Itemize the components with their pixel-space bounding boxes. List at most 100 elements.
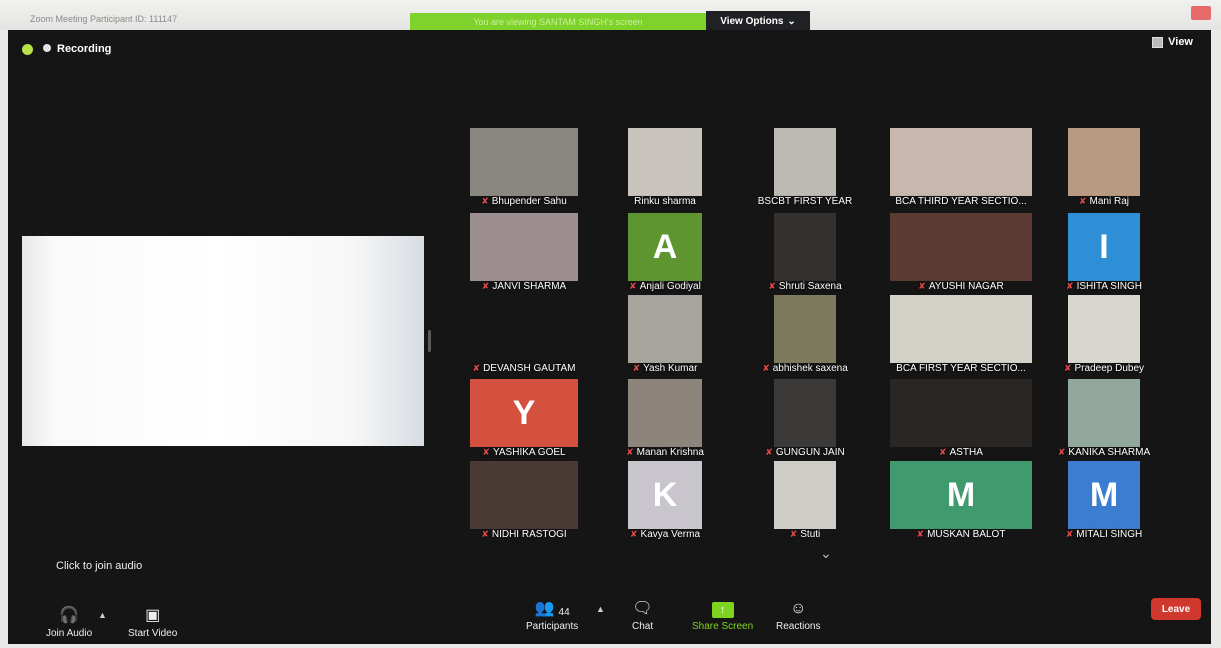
participant-video (774, 128, 836, 196)
participants-options-caret-icon[interactable]: ▲ (596, 604, 605, 614)
view-button[interactable]: View (1152, 36, 1193, 48)
participant-video (628, 379, 702, 447)
participant-name-row: ✘ DEVANSH GAUTAM (450, 361, 598, 375)
record-icon (43, 44, 51, 52)
participant-tile[interactable]: ✘ AYUSHI NAGAR (870, 213, 1052, 293)
participant-name-row: ✘ JANVI SHARMA (450, 279, 598, 293)
participant-name: Stuti (800, 528, 821, 540)
participant-name-row: ✘ abhishek saxena (754, 361, 856, 375)
participant-name: Shruti Saxena (778, 280, 842, 292)
view-options-button[interactable]: View Options ⌄ (706, 11, 810, 31)
participant-video (470, 461, 578, 529)
start-video-label: Start Video (128, 628, 178, 639)
participant-tile[interactable]: ✘ Stuti (754, 461, 856, 541)
participant-tile[interactable]: ✘ abhishek saxena (754, 295, 856, 375)
participant-name-row: ✘ YASHIKA GOEL (450, 445, 598, 459)
participant-name-row: ✘ Manan Krishna (608, 445, 722, 459)
participant-video (774, 295, 836, 363)
participant-name: GUNGUN JAIN (775, 446, 845, 458)
participant-name: MUSKAN BALOT (927, 528, 1006, 540)
participant-name-row: ✘ Mani Raj (1048, 194, 1160, 208)
muted-mic-icon: ✘ (918, 280, 926, 291)
participant-tile[interactable]: K ✘ Kavya Verma (608, 461, 722, 541)
muted-mic-icon: ✘ (939, 446, 947, 457)
shared-screen-content[interactable] (22, 236, 424, 446)
participant-video (470, 295, 578, 363)
participant-name-row: ✘ Anjali Godiyal (608, 279, 722, 293)
participant-video (1068, 295, 1140, 363)
chevron-down-icon: ⌄ (787, 15, 796, 27)
participant-tile[interactable]: M ✘ MUSKAN BALOT (870, 461, 1052, 541)
participant-tile[interactable]: ✘ Shruti Saxena (754, 213, 856, 293)
participant-tile[interactable]: ✘ GUNGUN JAIN (754, 379, 856, 459)
muted-mic-icon: ✘ (632, 362, 641, 373)
participant-name-row: ✘ Pradeep Dubey (1048, 361, 1160, 375)
participant-name-row: ✘ MUSKAN BALOT (870, 527, 1052, 541)
shield-icon[interactable] (22, 43, 33, 55)
participant-tile[interactable]: Rinku sharma (608, 128, 722, 208)
participant-name: YASHIKA GOEL (492, 446, 566, 458)
leave-meeting-button[interactable]: Leave (1151, 598, 1201, 620)
muted-mic-icon: ✘ (472, 362, 481, 373)
share-screen-button[interactable]: ↑ Share Screen (692, 598, 753, 632)
participant-tile[interactable]: BCA FIRST YEAR SECTIO... (870, 295, 1052, 375)
panel-resize-handle[interactable] (428, 330, 431, 352)
muted-mic-icon: ✘ (1057, 446, 1066, 457)
participant-tile[interactable]: Y ✘ YASHIKA GOEL (450, 379, 598, 459)
participant-tile[interactable]: ✘ ASTHA (870, 379, 1052, 459)
participant-tile[interactable]: BCA THIRD YEAR SECTIO... (870, 128, 1052, 208)
window-title: Zoom Meeting Participant ID: 111147 (30, 14, 178, 24)
click-to-join-audio[interactable]: Click to join audio (56, 560, 142, 572)
participants-label: Participants (526, 621, 579, 632)
muted-mic-icon: ✘ (482, 446, 490, 457)
participant-name: AYUSHI NAGAR (928, 280, 1004, 292)
recording-indicator[interactable]: Recording (43, 43, 111, 55)
participant-avatar: A (628, 213, 702, 281)
muted-mic-icon: ✘ (1063, 362, 1072, 373)
participant-name-row: ✘ Shruti Saxena (754, 279, 856, 293)
participant-tile[interactable]: ✘ Bhupender Sahu (450, 128, 598, 208)
start-video-button[interactable]: ▣ Start Video (128, 605, 177, 639)
participant-tile[interactable]: ✘ NIDHI RASTOGI (450, 461, 598, 541)
muted-mic-icon: ✘ (1078, 195, 1087, 206)
close-window-button[interactable] (1191, 6, 1211, 20)
participant-tile[interactable]: ✘ Yash Kumar (608, 295, 722, 375)
participant-tile[interactable]: A ✘ Anjali Godiyal (608, 213, 722, 293)
participant-video (890, 295, 1032, 363)
participant-tile[interactable]: M ✘ MITALI SINGH (1048, 461, 1160, 541)
participant-name: Anjali Godiyal (639, 280, 701, 292)
participant-name: Pradeep Dubey (1074, 362, 1145, 374)
grid-view-icon (1152, 36, 1164, 48)
join-audio-label: Join Audio (46, 628, 93, 639)
participant-name-row: ✘ KANIKA SHARMA (1048, 445, 1160, 459)
participant-video (890, 128, 1032, 196)
participant-tile[interactable]: ✘ Pradeep Dubey (1048, 295, 1160, 375)
participant-video (774, 213, 836, 281)
participant-name: ASTHA (949, 446, 983, 458)
view-options-label: View Options (720, 15, 784, 27)
participant-name-row: ✘ Yash Kumar (608, 361, 722, 375)
participant-name: NIDHI RASTOGI (491, 528, 567, 540)
participant-name: JANVI SHARMA (492, 280, 567, 292)
chat-bubble-icon: 🗨 (632, 600, 653, 617)
participant-tile[interactable]: ✘ Manan Krishna (608, 379, 722, 459)
chat-label: Chat (632, 621, 654, 632)
participant-name: BCA FIRST YEAR SECTIO... (896, 362, 1026, 374)
join-audio-button[interactable]: 🎧 Join Audio (46, 605, 92, 639)
audio-options-caret-icon[interactable]: ▲ (98, 610, 107, 620)
participants-button[interactable]: 👥 44 Participants (526, 598, 578, 632)
participant-video (470, 213, 578, 281)
reactions-button[interactable]: ☺ Reactions (776, 598, 820, 632)
participant-video (890, 379, 1032, 447)
participant-tile[interactable]: ✘ JANVI SHARMA (450, 213, 598, 293)
participant-tile[interactable]: I ✘ ISHITA SINGH (1048, 213, 1160, 293)
participant-tile[interactable]: ✘ Mani Raj (1048, 128, 1160, 208)
chevron-down-icon[interactable]: ⌄ (820, 545, 832, 562)
participant-tile[interactable]: ✘ KANIKA SHARMA (1048, 379, 1160, 459)
chat-button[interactable]: 🗨 Chat (632, 598, 653, 632)
participant-tile[interactable]: BSCBT FIRST YEAR (754, 128, 856, 208)
participant-name: DEVANSH GAUTAM (483, 362, 576, 374)
participant-tile[interactable]: ✘ DEVANSH GAUTAM (450, 295, 598, 375)
participant-name-row: ✘ ASTHA (870, 445, 1052, 459)
share-screen-icon: ↑ (711, 602, 734, 618)
